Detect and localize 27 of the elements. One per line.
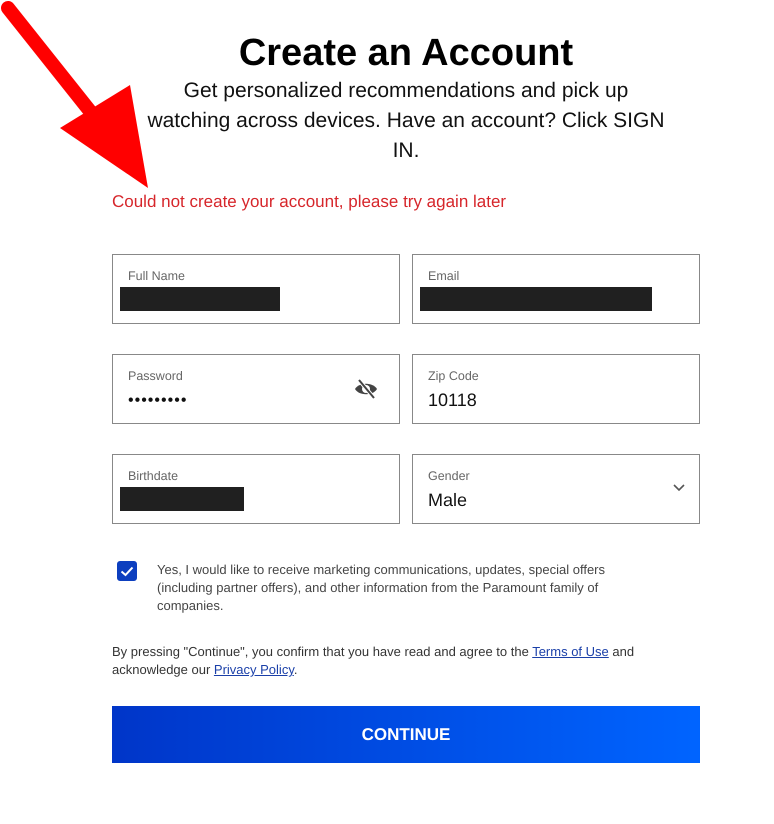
field-label: Full Name	[128, 269, 186, 283]
field-label: Gender	[428, 469, 471, 483]
legal-text: By pressing "Continue", you confirm that you have read and agree to the Terms of Use and acknowledge our Privacy Policy.	[112, 643, 636, 679]
marketing-consent-text: Yes, I would like to receive marketing communications, updates, special offers (including partner offers), and other information from the Paramount family of companies.	[157, 561, 606, 615]
field-label: Email	[428, 269, 460, 283]
input-field[interactable]: Birthdate	[112, 454, 400, 524]
error-message: Could not create your account, please try again later	[112, 192, 508, 212]
field-value: 10118	[428, 390, 478, 411]
input-field[interactable]: Password •••••••••	[112, 354, 400, 424]
chevron-icon	[673, 484, 685, 492]
input-field[interactable]: Zip Code 10118	[412, 354, 700, 424]
select-field[interactable]: Gender Male	[412, 454, 700, 524]
field-label: Zip Code	[428, 369, 480, 383]
input-field[interactable]: Full Name	[112, 254, 400, 324]
checkbox[interactable]	[117, 561, 137, 581]
field-label: Birthdate	[128, 469, 180, 483]
field-label: Password	[128, 369, 184, 383]
field-value: •••••••••	[128, 392, 188, 410]
policy-link[interactable]: Privacy Policy	[214, 662, 294, 677]
input-field[interactable]: Email	[412, 254, 700, 324]
check-icon	[120, 566, 134, 576]
field-value: Male	[428, 490, 468, 511]
subtitle: Get personalized recommendations and pick up watching across devices. Have an account? Click SIGN IN.	[146, 78, 666, 164]
continue-button[interactable]: CONTINUE	[112, 706, 700, 763]
policy-link[interactable]: Terms of Use	[532, 644, 609, 659]
page-title: Create an Account	[238, 32, 574, 74]
hide-password-button[interactable]	[353, 377, 379, 401]
